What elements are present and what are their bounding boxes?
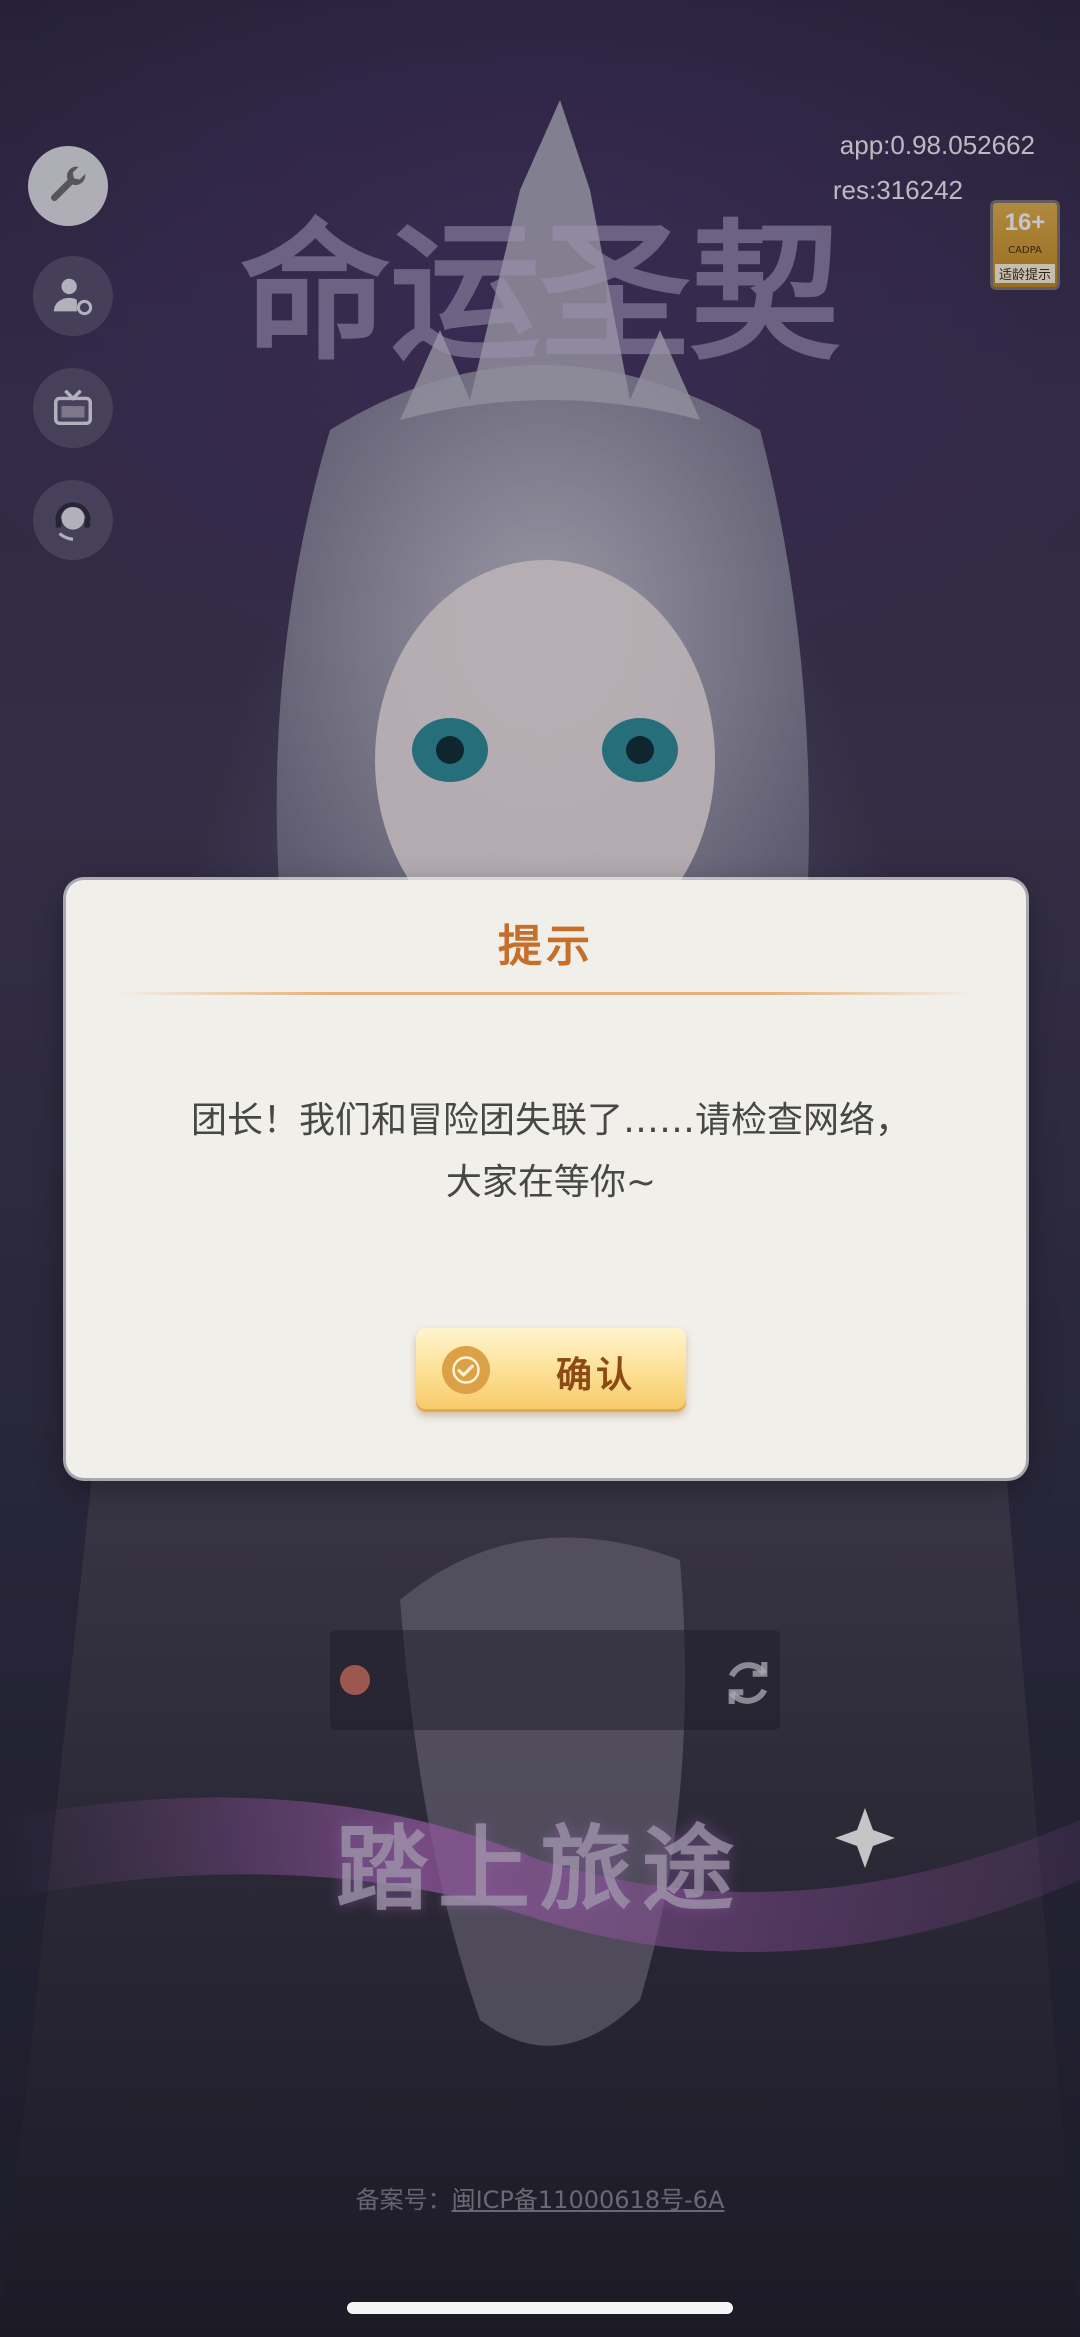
game-login-screen: 命运圣契 app:0.98.052662 res:316242 16+ CADP…	[0, 0, 1080, 2337]
confirm-button-label: 确认	[556, 1355, 637, 1396]
dialog-message: 团长！我们和冒险团失联了……请检查网络，大家在等你~	[190, 1100, 911, 1203]
check-circle-icon	[442, 1346, 490, 1394]
network-error-dialog: 提示 团长！我们和冒险团失联了……请检查网络，大家在等你~ 确认	[66, 880, 1026, 1478]
dialog-divider	[116, 992, 976, 995]
confirm-button[interactable]: 确认	[416, 1328, 686, 1412]
home-indicator[interactable]	[347, 2302, 733, 2314]
dialog-title: 提示	[498, 921, 594, 972]
